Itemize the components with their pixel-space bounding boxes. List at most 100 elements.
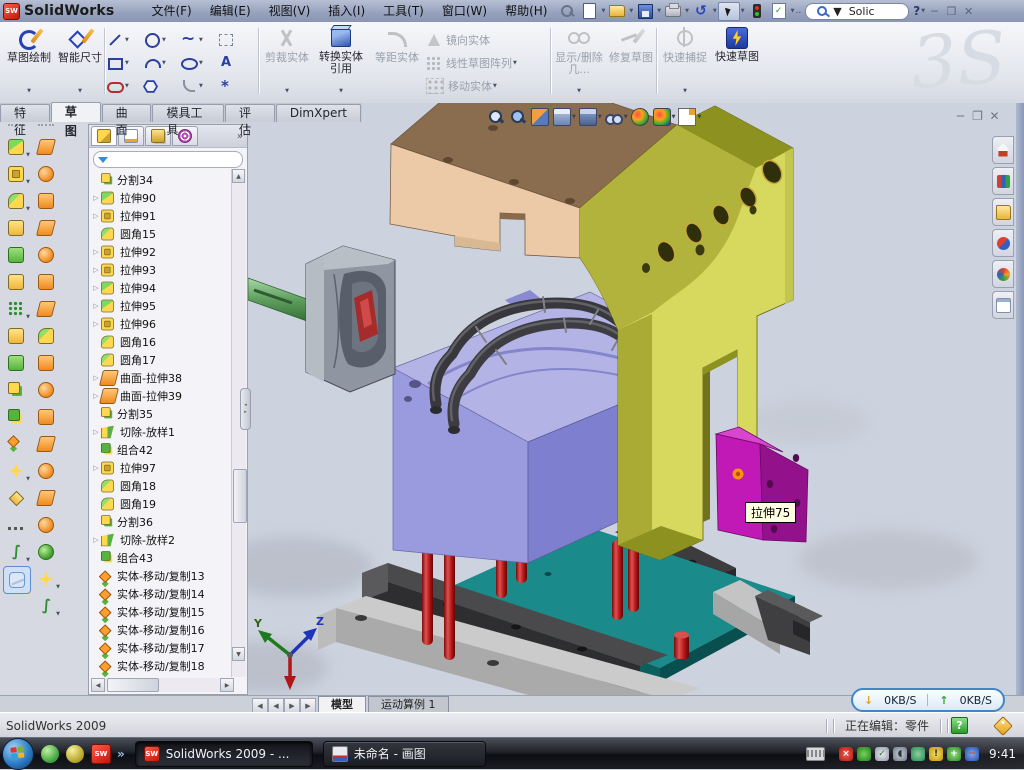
scroll-up-button[interactable]: ▲: [232, 169, 245, 183]
task-pane-tab[interactable]: [992, 136, 1014, 164]
tree-item[interactable]: 分割35: [91, 405, 231, 423]
feature-tool-button[interactable]: [3, 377, 29, 403]
tray-icon[interactable]: +: [947, 747, 961, 761]
sketch-entity-button[interactable]: ▼: [143, 28, 180, 51]
panel-splitter[interactable]: ◂▸: [240, 388, 251, 430]
tree-item[interactable]: ▷ 曲面-拉伸39: [91, 387, 231, 405]
sketch-entity-button[interactable]: ▼: [180, 74, 217, 97]
surface-tool-button[interactable]: [33, 431, 59, 457]
save-button[interactable]: [635, 3, 655, 20]
doc-restore-button[interactable]: ❐: [969, 109, 986, 123]
ribbon-tab[interactable]: 草图: [51, 102, 101, 122]
tree-item[interactable]: ▷ 拉伸91: [91, 207, 231, 225]
feature-tool-button[interactable]: [3, 242, 29, 268]
surface-tool-button[interactable]: [33, 296, 59, 322]
feature-tool-button[interactable]: ▼: [3, 458, 29, 484]
tray-icon[interactable]: ×: [839, 747, 853, 761]
expand-arrow-icon[interactable]: ▷: [91, 212, 101, 220]
toolbar-overflow[interactable]: ..: [796, 6, 802, 16]
sketch-entity-button[interactable]: ▼: [106, 74, 143, 97]
magenta-block[interactable]: [716, 427, 808, 542]
expand-arrow-icon[interactable]: ▷: [91, 284, 101, 292]
move-entities-button[interactable]: 移动实体 ▼: [426, 75, 544, 97]
task-pane-tab[interactable]: [992, 260, 1014, 288]
menu-item[interactable]: 插入(I): [319, 0, 374, 22]
view-tool-button[interactable]: [530, 107, 552, 127]
toolbar-grip[interactable]: [38, 124, 54, 132]
view-tool-button[interactable]: ▼: [652, 107, 678, 127]
feature-tool-button[interactable]: [3, 350, 29, 376]
options-button[interactable]: ✓: [769, 3, 789, 20]
surface-tool-button[interactable]: [33, 377, 59, 403]
surface-tool-button[interactable]: [33, 323, 59, 349]
tree-horizontal-scrollbar[interactable]: ◀ ▶: [91, 678, 234, 692]
tree-item[interactable]: ▷ 拉伸92: [91, 243, 231, 261]
expand-arrow-icon[interactable]: ▷: [91, 266, 101, 274]
quick-snaps-button[interactable]: 快速捕捉 ▼: [660, 25, 710, 99]
tree-item[interactable]: 实体-移动/复制18: [91, 657, 231, 675]
tree-item[interactable]: 圆角17: [91, 351, 231, 369]
expand-arrow-icon[interactable]: ▷: [91, 194, 101, 202]
sketch-entity-button[interactable]: [217, 28, 254, 51]
print-button[interactable]: [663, 3, 683, 20]
mirror-entities-button[interactable]: 镜向实体: [426, 29, 544, 51]
sketch-entity-button[interactable]: ▼: [106, 28, 143, 51]
smart-dimension-button[interactable]: 智能尺寸 ▼: [55, 25, 105, 99]
tree-item[interactable]: ▷ 拉伸95: [91, 297, 231, 315]
tree-item[interactable]: 实体-移动/复制15: [91, 603, 231, 621]
expand-arrow-icon[interactable]: ▷: [91, 302, 101, 310]
tab-nav-button[interactable]: ◀: [268, 698, 284, 713]
close-button[interactable]: ✕: [960, 5, 977, 18]
linear-pattern-button[interactable]: 线性草图阵列 ▼: [426, 52, 544, 74]
sketch-button[interactable]: 草图绘制 ▼: [4, 25, 54, 99]
scroll-thumb[interactable]: [107, 678, 159, 692]
rapid-sketch-button[interactable]: 快速草图: [712, 25, 762, 99]
tree-item[interactable]: ▷ 拉伸90: [91, 189, 231, 207]
graphics-area[interactable]: Y Z X ▼: [248, 103, 1016, 695]
surface-tool-button[interactable]: [33, 215, 59, 241]
taskbar-button-paint[interactable]: 未命名 - 画图: [323, 741, 486, 767]
surface-tool-button[interactable]: [33, 134, 59, 160]
trim-entities-button[interactable]: 剪裁实体 ▼: [262, 25, 312, 99]
sketch-entity-button[interactable]: ▼: [106, 51, 143, 74]
tree-item[interactable]: 分割34: [91, 171, 231, 189]
surface-tool-button[interactable]: [33, 485, 59, 511]
feature-tool-button[interactable]: [3, 404, 29, 430]
tree-item[interactable]: 圆角16: [91, 333, 231, 351]
repair-sketch-button[interactable]: 修复草图: [606, 25, 656, 99]
model-tab[interactable]: 运动算例 1: [368, 696, 449, 713]
surface-tool-button[interactable]: [33, 404, 59, 430]
tray-icon[interactable]: [911, 747, 925, 761]
surface-tool-button[interactable]: [33, 350, 59, 376]
quick-tips-button[interactable]: ?: [951, 717, 968, 734]
undo-button[interactable]: ↺: [691, 3, 711, 20]
pin-icon[interactable]: [557, 3, 577, 20]
model-tab[interactable]: 模型: [318, 696, 366, 713]
expand-arrow-icon[interactable]: ▷: [91, 428, 101, 436]
view-tool-button[interactable]: ▼: [578, 107, 604, 127]
view-tool-button[interactable]: ▼: [677, 107, 703, 127]
start-button[interactable]: [2, 738, 34, 770]
surface-tool-button[interactable]: [33, 161, 59, 187]
tab-nav-button[interactable]: ◀: [252, 698, 268, 713]
select-tool-button[interactable]: [718, 2, 740, 21]
feature-tool-button[interactable]: ▼: [3, 539, 29, 565]
view-tool-button[interactable]: [486, 107, 508, 127]
ribbon-tab[interactable]: 评估: [225, 104, 275, 122]
tab-nav-button[interactable]: ▶: [284, 698, 300, 713]
ribbon-tab[interactable]: 模具工具: [152, 104, 224, 122]
surface-tool-button[interactable]: [33, 512, 59, 538]
search-input[interactable]: ▼ Solic: [805, 3, 909, 20]
scroll-thumb[interactable]: [233, 469, 247, 523]
surface-tool-button[interactable]: ▼: [33, 566, 59, 592]
tree-item[interactable]: 实体-移动/复制13: [91, 567, 231, 585]
view-tool-button[interactable]: ▼: [552, 107, 578, 127]
tree-item[interactable]: ▷ 切除-放样2: [91, 531, 231, 549]
restore-button[interactable]: ❐: [943, 5, 960, 18]
ribbon-tab[interactable]: DimXpert: [276, 104, 361, 122]
tree-item[interactable]: 实体-移动/复制17: [91, 639, 231, 657]
tree-filter-input[interactable]: [93, 151, 243, 168]
new-document-button[interactable]: [579, 3, 599, 20]
tree-item[interactable]: 圆角15: [91, 225, 231, 243]
display-delete-relations-button[interactable]: 显示/删除几... ▼: [554, 25, 604, 99]
